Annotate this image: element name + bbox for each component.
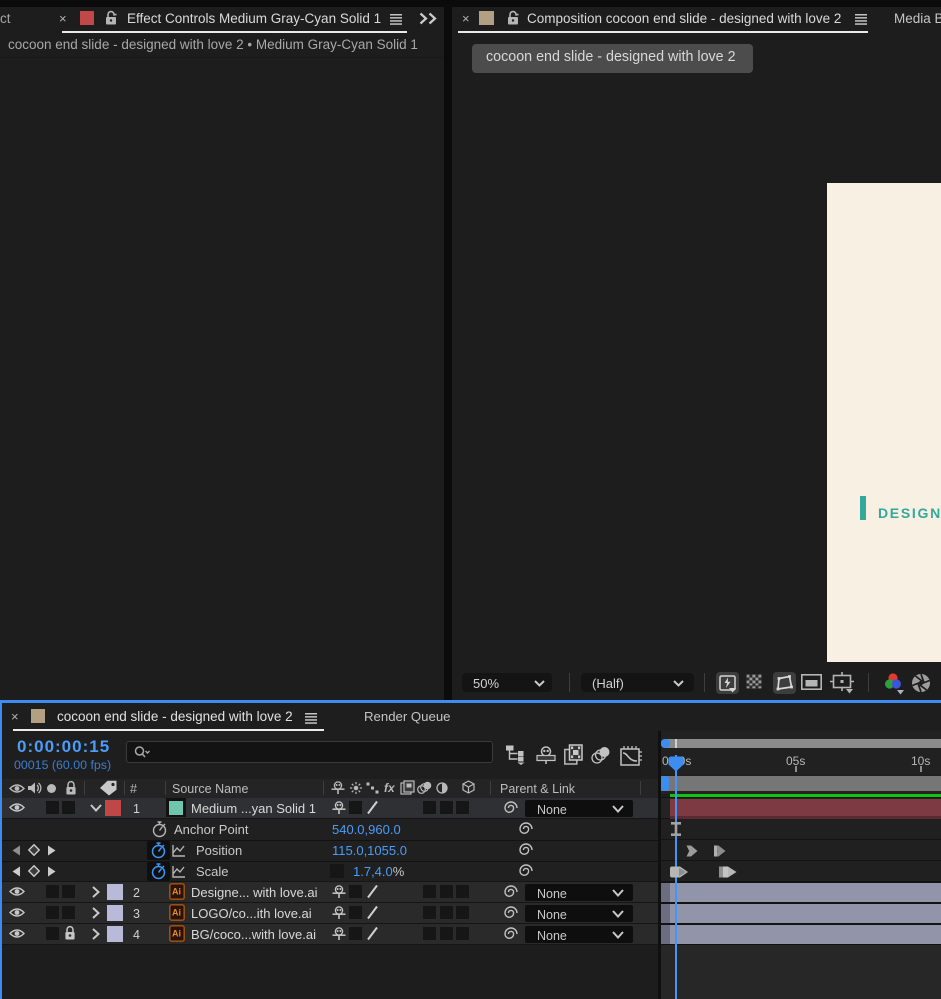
svg-text:Ai: Ai <box>172 887 181 897</box>
svg-text:Ai: Ai <box>172 908 181 918</box>
svg-text:Ai: Ai <box>172 929 181 939</box>
